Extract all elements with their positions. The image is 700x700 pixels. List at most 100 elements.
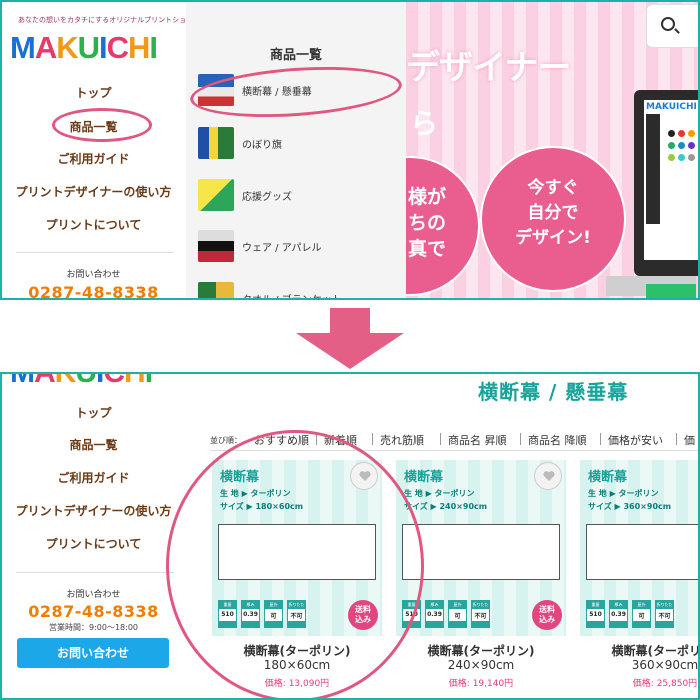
badge-label: 折りたたみ bbox=[472, 601, 489, 609]
business-hours: 営業時間：9:00～18:00 bbox=[48, 623, 139, 632]
nav-item-products[interactable]: 商品一覧 bbox=[2, 436, 185, 453]
logo[interactable]: MAKUICHI bbox=[10, 372, 153, 390]
banner-headline: デザイナー bbox=[406, 48, 571, 88]
product-title[interactable]: 横断幕(ターポリン) bbox=[396, 642, 566, 659]
divider bbox=[16, 572, 174, 573]
badge-label: 屋外 bbox=[449, 601, 466, 609]
circle-left-text: 様が ちの 真で bbox=[408, 186, 447, 260]
badge-label: 屋外 bbox=[633, 601, 650, 609]
color-swatch bbox=[688, 130, 695, 137]
badge-footer bbox=[656, 621, 673, 627]
product-image[interactable]: 横断幕 生 地 ▶ ターポリン サイズ ▶ 360×90cm 重量 510 厚み… bbox=[580, 460, 698, 636]
product-size: 360×90cm bbox=[631, 658, 699, 672]
product-image-name: 横断幕 bbox=[588, 470, 628, 485]
logo-letter: C bbox=[103, 372, 125, 389]
logo[interactable]: MAKUICHI bbox=[10, 30, 158, 66]
badge-value: 不可 bbox=[474, 613, 487, 620]
nav-item-top[interactable]: トップ bbox=[2, 84, 185, 101]
logo-letter: H bbox=[128, 30, 150, 65]
badge-value: 可 bbox=[454, 613, 461, 620]
badge-footer bbox=[449, 621, 466, 627]
badge-value: 不可 bbox=[658, 613, 671, 620]
product-size-spec: サイズ ▶ 360×90cm bbox=[588, 502, 672, 511]
highlight-product-card bbox=[166, 430, 424, 698]
badge-value: 0.39 bbox=[427, 611, 442, 618]
phone-number[interactable]: 0287-48-8338 bbox=[2, 283, 185, 298]
color-swatch bbox=[668, 130, 675, 137]
badge-footer bbox=[633, 621, 650, 627]
product-thumbnail bbox=[198, 127, 234, 159]
badge-footer bbox=[610, 621, 627, 627]
spec-badge: 屋外 可 bbox=[448, 600, 467, 628]
sidebar: MAKUICHI トップ 商品一覧 ご利用ガイド プリントデザイナーの使い方 プ… bbox=[2, 372, 185, 698]
menu-item-nobori[interactable]: のぼり旗 bbox=[198, 127, 398, 161]
nav-item-top[interactable]: トップ bbox=[2, 404, 185, 421]
nav-item-print-info[interactable]: プリントについて bbox=[2, 535, 185, 552]
search-button[interactable] bbox=[646, 4, 698, 48]
laptop-logo: MAKUICHI bbox=[646, 102, 697, 112]
product-card[interactable]: 横断幕 生 地 ▶ ターポリン サイズ ▶ 360×90cm 重量 510 厚み… bbox=[580, 460, 699, 698]
laptop-accent bbox=[646, 284, 696, 298]
logo-letter: M bbox=[10, 372, 35, 389]
product-material: 生 地 ▶ ターポリン bbox=[404, 489, 475, 498]
sort-option[interactable]: 商品名 降順 bbox=[528, 432, 587, 448]
menu-item-towel[interactable]: タオル / ブランケット bbox=[198, 282, 398, 298]
nav-item-guide[interactable]: ご利用ガイド bbox=[2, 150, 185, 167]
contact-button[interactable]: お問い合わせ bbox=[17, 638, 169, 668]
divider bbox=[16, 252, 174, 253]
badge-value: 510 bbox=[589, 611, 602, 618]
product-material: 生 地 ▶ ターポリン bbox=[588, 489, 659, 498]
badge-footer bbox=[587, 621, 604, 627]
nav-item-guide[interactable]: ご利用ガイド bbox=[2, 469, 185, 486]
shipping-included-badge: 送料 込み bbox=[532, 600, 562, 630]
menu-item-apparel[interactable]: ウェア / アパレル bbox=[198, 230, 398, 264]
sort-option[interactable]: 価格が安い bbox=[608, 432, 663, 448]
designer-toolbar bbox=[646, 114, 660, 224]
product-image-name: 横断幕 bbox=[404, 470, 444, 485]
badge-value: 0.39 bbox=[611, 611, 626, 618]
product-price: 価格: 25,850円 bbox=[632, 679, 698, 689]
color-swatch bbox=[688, 154, 695, 161]
menu-item-goods[interactable]: 応援グッズ bbox=[198, 179, 398, 213]
sort-option[interactable]: 売れ筋順 bbox=[380, 432, 424, 448]
badge-label: 重量 bbox=[587, 601, 604, 609]
spec-badge: 厚み 0.39 bbox=[425, 600, 444, 628]
nav-item-print-info[interactable]: プリントについて bbox=[2, 216, 185, 233]
menu-item-label: のぼり旗 bbox=[242, 140, 282, 151]
nav-item-designer-howto[interactable]: プリントデザイナーの使い方 bbox=[2, 183, 185, 200]
page-title: 横断幕 / 懸垂幕 bbox=[478, 380, 629, 404]
sort-separator bbox=[600, 433, 601, 445]
color-swatch bbox=[688, 142, 695, 149]
logo-tagline: あなたの想いをカタチにするオリジナルプリントショップ bbox=[18, 16, 201, 24]
down-arrow-icon-head bbox=[296, 333, 404, 369]
logo-letter: A bbox=[34, 372, 56, 389]
color-swatch bbox=[678, 130, 685, 137]
phone-number[interactable]: 0287-48-8338 bbox=[2, 602, 185, 621]
logo-letter: I bbox=[149, 30, 158, 65]
tutorial-screenshot: あなたの想いをカタチにするオリジナルプリントショップ MAKUICHI トップ … bbox=[0, 0, 700, 700]
menu-title: 商品一覧 bbox=[269, 48, 322, 63]
sort-separator bbox=[676, 433, 677, 445]
sort-separator bbox=[440, 433, 441, 445]
logo-letter: C bbox=[106, 30, 129, 65]
banner-shape-preview bbox=[402, 524, 560, 580]
sort-separator bbox=[520, 433, 521, 445]
color-swatch bbox=[668, 154, 675, 161]
favorite-button[interactable] bbox=[534, 462, 562, 490]
badge-value: 可 bbox=[638, 613, 645, 620]
logo-letter: M bbox=[10, 30, 36, 65]
banner-circle-cta: 今すぐ 自分で デザイン! bbox=[486, 152, 620, 286]
color-swatch bbox=[678, 142, 685, 149]
menu-item-label: 応援グッズ bbox=[242, 192, 292, 203]
color-swatch bbox=[668, 142, 675, 149]
badge-footer bbox=[472, 621, 489, 627]
product-price: 価格: 19,140円 bbox=[448, 679, 514, 689]
nav-item-designer-howto[interactable]: プリントデザイナーの使い方 bbox=[2, 502, 185, 519]
product-size-spec: サイズ ▶ 240×90cm bbox=[404, 502, 488, 511]
product-title[interactable]: 横断幕(ターポリン) bbox=[580, 642, 699, 659]
spec-badge: 屋外 可 bbox=[632, 600, 651, 628]
badge-label: 厚み bbox=[426, 601, 443, 609]
sort-option[interactable]: 商品名 昇順 bbox=[448, 432, 507, 448]
sort-option[interactable]: 価 bbox=[684, 432, 695, 448]
logo-letter: K bbox=[54, 372, 77, 389]
